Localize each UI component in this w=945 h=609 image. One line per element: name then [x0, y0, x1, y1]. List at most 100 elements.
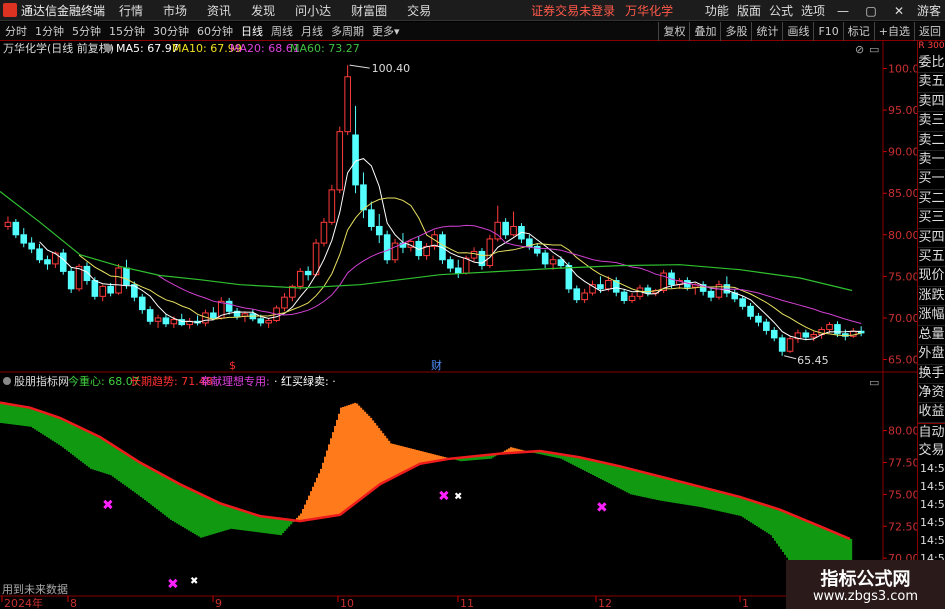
quote-item[interactable]: 涨幅	[918, 306, 945, 326]
overlay-button[interactable]: 叠加	[689, 22, 720, 41]
menu-item-ask[interactable]: 问小达	[295, 2, 331, 19]
trade-item[interactable]: 自动	[918, 424, 945, 442]
menu-item-formula[interactable]: 公式	[769, 2, 793, 19]
close-icon[interactable]: ✕	[889, 4, 909, 18]
indicator-band	[778, 509, 781, 547]
low-label: 65.45	[797, 354, 829, 367]
indicator-band	[246, 511, 249, 531]
quote-item[interactable]: 换手	[918, 365, 945, 384]
y-tick-label: 75.00	[888, 270, 917, 283]
quote-item[interactable]: 卖二	[918, 132, 945, 152]
indicator-label: 奉献理想专用:	[200, 374, 270, 388]
indicator-band	[214, 500, 217, 534]
minimize-icon[interactable]: —	[833, 4, 853, 18]
quote-item[interactable]: 委比	[918, 54, 945, 74]
buy-marker: ✖	[102, 498, 114, 514]
f10-button[interactable]: F10	[813, 22, 842, 41]
indicator-band	[314, 482, 317, 519]
indicator-band	[346, 405, 349, 511]
restore-icon[interactable]: ▢	[861, 4, 881, 18]
indicator-band	[72, 423, 75, 456]
tab-period[interactable]: 多周期	[331, 23, 364, 39]
multi-stock-button[interactable]: 多股	[720, 22, 751, 41]
user-label[interactable]: 游客	[917, 2, 941, 19]
tab-more[interactable]: 更多▾	[372, 23, 400, 39]
mark-button[interactable]: 标记	[842, 22, 874, 41]
indicator-band	[78, 426, 81, 460]
indicator-band	[662, 477, 665, 502]
add-watchlist-button[interactable]: +自选	[873, 22, 914, 41]
quote-item[interactable]: 卖三	[918, 112, 945, 132]
candle-body	[826, 324, 833, 331]
indicator-band	[224, 504, 227, 531]
indicator-band	[162, 474, 165, 514]
draw-button[interactable]: 画线	[782, 22, 813, 41]
stats-button[interactable]: 统计	[751, 22, 782, 41]
tab-period[interactable]: 30分钟	[153, 23, 189, 39]
menu-item-layout[interactable]: 版面	[737, 2, 761, 19]
chart-area[interactable]: 65.00 70.00 75.00 80.00 85.00 90.00 95.00 100.0…	[0, 41, 917, 609]
menu-item-function[interactable]: 功能	[705, 2, 729, 19]
quote-item[interactable]: 买四	[918, 229, 945, 249]
indicator-band	[594, 460, 597, 477]
tab-period-active[interactable]: 日线	[241, 23, 263, 39]
tab-period[interactable]: 1分钟	[35, 23, 64, 39]
menu-item-wealth[interactable]: 财富圈	[351, 2, 387, 19]
candle-body	[375, 225, 383, 236]
candle-body	[549, 259, 557, 265]
indicator-chart[interactable]: 70.0072.5075.0077.5080.00✖✖✖✖✖✖✖	[0, 401, 917, 609]
indicator-band	[392, 443, 395, 479]
indicator-band	[68, 421, 71, 453]
quote-item[interactable]: 买一	[918, 170, 945, 190]
menu-item-news[interactable]: 资讯	[207, 2, 231, 19]
quote-item[interactable]: 总量	[918, 326, 945, 346]
quote-item[interactable]: 收益	[918, 403, 945, 423]
indicator-band	[132, 457, 135, 492]
candle-body	[170, 319, 178, 325]
quote-item[interactable]: 买五	[918, 248, 945, 268]
quote-item[interactable]: 买二	[918, 190, 945, 210]
indicator-band	[354, 402, 357, 505]
indicator-band	[652, 474, 655, 500]
indicator-band	[18, 405, 21, 426]
indicator-band	[236, 508, 239, 530]
quote-item[interactable]: 现价	[918, 267, 945, 287]
panel-corner: R 300	[918, 41, 945, 51]
trade-item[interactable]: 交易	[918, 442, 945, 460]
tab-period[interactable]: 分时	[5, 23, 27, 39]
menu-item-trade[interactable]: 交易	[407, 2, 431, 19]
indicator-band	[584, 458, 587, 471]
indicator-band	[372, 420, 375, 491]
quote-item[interactable]: 净资	[918, 384, 945, 404]
indicator-band	[412, 448, 415, 468]
adjust-button[interactable]: 复权	[658, 22, 689, 41]
login-status[interactable]: 证券交易未登录	[531, 2, 615, 19]
indicator-band	[352, 403, 355, 506]
back-button[interactable]: 返回	[914, 22, 945, 41]
menu-item-discover[interactable]: 发现	[251, 2, 275, 19]
indicator-band	[424, 452, 427, 464]
menu-item-markets[interactable]: 市场	[163, 2, 187, 19]
tab-period[interactable]: 月线	[301, 23, 323, 39]
tab-period[interactable]: 5分钟	[72, 23, 101, 39]
menu-item-market[interactable]: 行情	[119, 2, 143, 19]
indicator-band	[632, 469, 635, 495]
tab-period[interactable]: 周线	[271, 23, 293, 39]
indicator-band	[66, 420, 69, 451]
quote-item[interactable]: 外盘	[918, 345, 945, 365]
indicator-band	[410, 448, 413, 469]
quote-item[interactable]: 卖五	[918, 73, 945, 93]
indicator-band	[610, 464, 613, 485]
candle-body	[44, 259, 51, 265]
quote-item[interactable]: 卖一	[918, 151, 945, 171]
quote-item[interactable]: 涨跌	[918, 287, 945, 307]
indicator-band	[800, 517, 803, 566]
candle-body	[620, 291, 628, 301]
quote-item[interactable]: 买三	[918, 209, 945, 229]
tab-period[interactable]: 15分钟	[109, 23, 145, 39]
indicator-band	[272, 517, 275, 535]
menu-item-options[interactable]: 选项	[801, 2, 825, 19]
candle-body	[383, 234, 391, 261]
quote-item[interactable]: 卖四	[918, 93, 945, 113]
tab-period[interactable]: 60分钟	[197, 23, 233, 39]
